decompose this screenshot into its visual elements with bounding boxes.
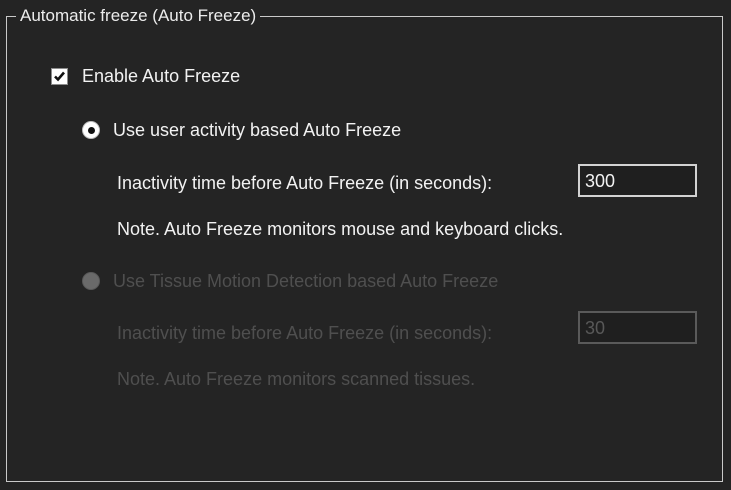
tissue-motion-inactivity-input[interactable]: 30 [578,311,697,344]
checkbox-checked-icon[interactable] [51,67,68,85]
user-activity-radio-option[interactable]: Use user activity based Auto Freeze [82,117,401,143]
radio-unselected-disabled-icon[interactable] [82,272,100,290]
radio-selected-icon[interactable] [82,121,100,139]
enable-auto-freeze-label: Enable Auto Freeze [82,65,241,86]
user-activity-radio-label: Use user activity based Auto Freeze [113,119,402,140]
tissue-motion-radio-label: Use Tissue Motion Detection based Auto F… [113,270,499,291]
user-activity-inactivity-input[interactable]: 300 [578,164,697,197]
tissue-motion-note: Note. Auto Freeze monitors scanned tissu… [117,368,476,389]
enable-auto-freeze-checkbox[interactable]: Enable Auto Freeze [51,63,240,89]
tissue-motion-inactivity-label: Inactivity time before Auto Freeze (in s… [117,322,493,343]
user-activity-inactivity-label: Inactivity time before Auto Freeze (in s… [117,172,493,193]
groupbox-title: Automatic freeze (Auto Freeze) [16,6,261,26]
tissue-motion-radio-option[interactable]: Use Tissue Motion Detection based Auto F… [82,268,498,294]
user-activity-note: Note. Auto Freeze monitors mouse and key… [117,218,564,239]
